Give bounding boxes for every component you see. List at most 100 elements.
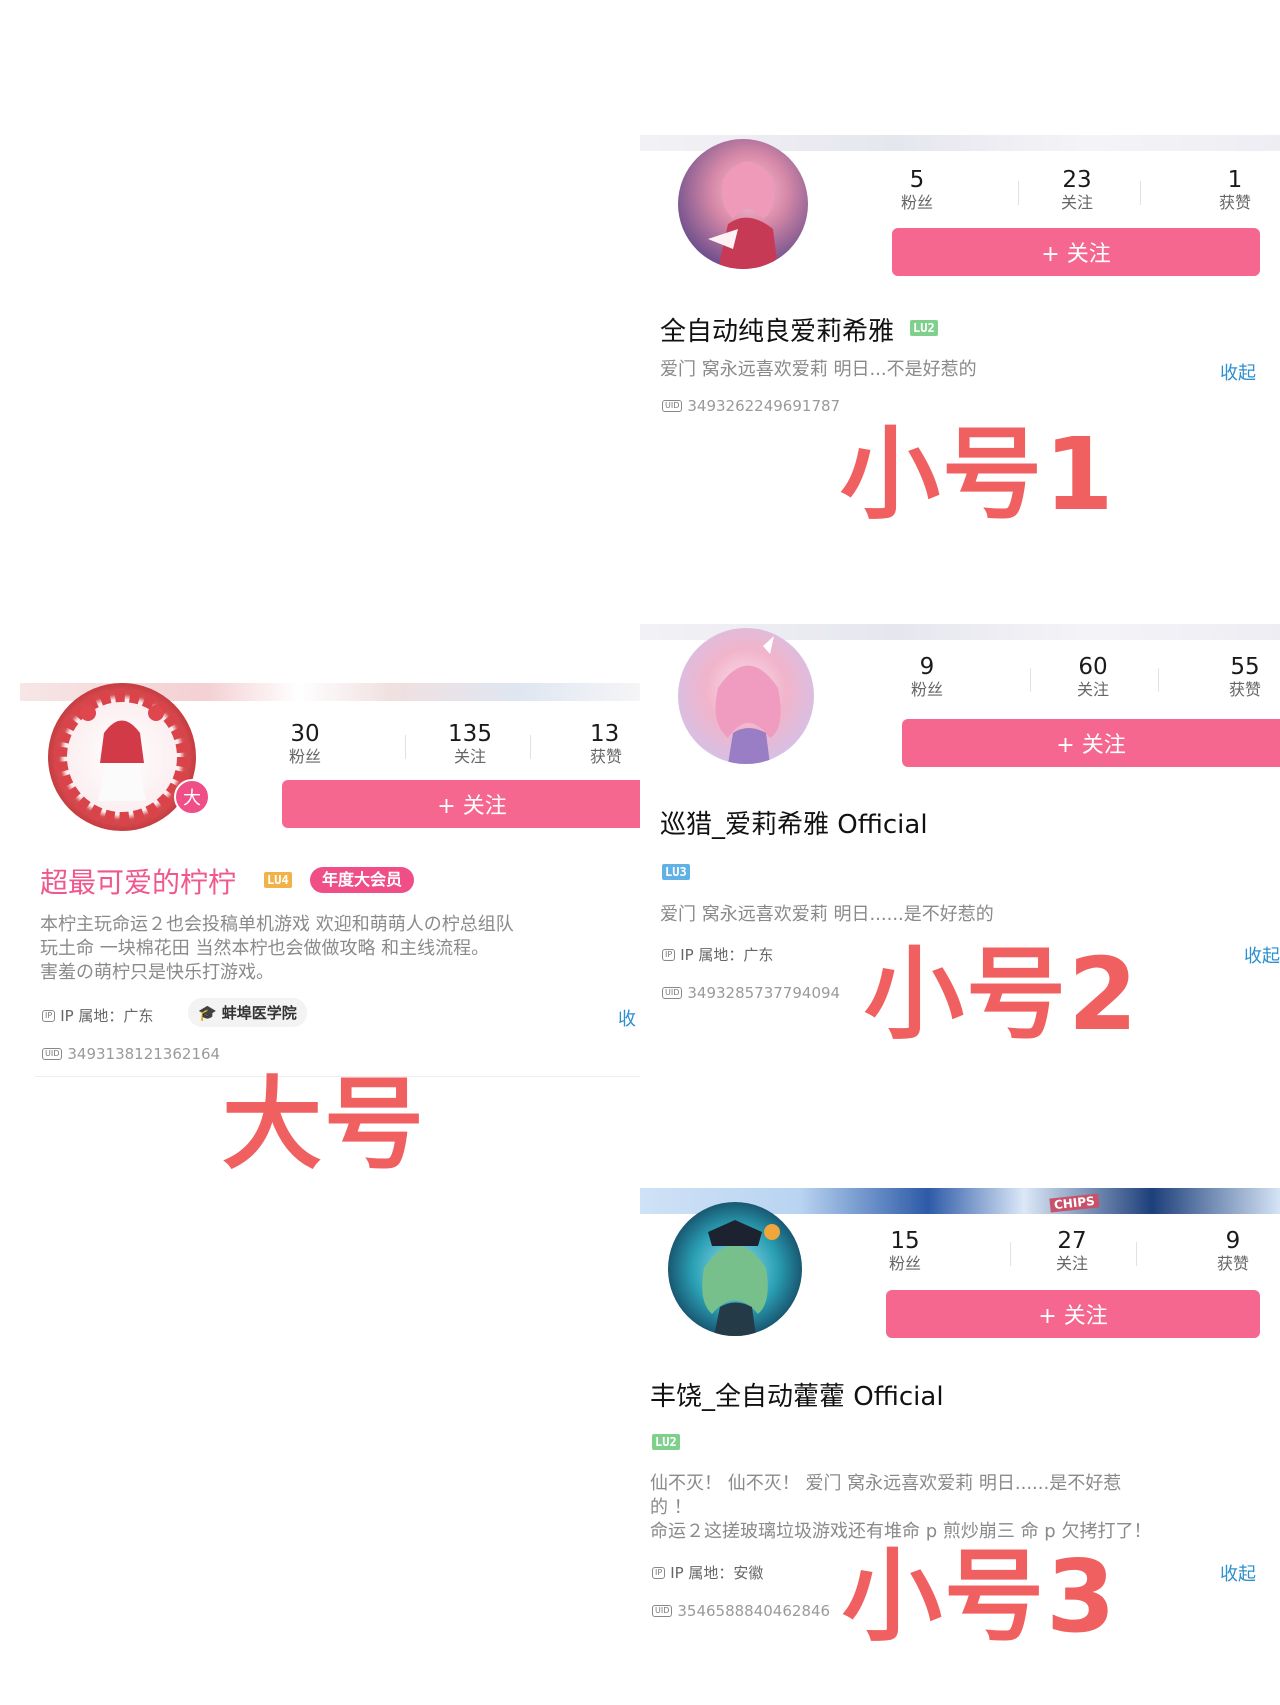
stat-number: 1 [1227,167,1243,193]
bio-text: 爱门 窝永远喜欢爱莉 明日...不是好惹的 [660,359,977,380]
divider [1030,668,1031,692]
follow-button[interactable]: + 关注 [902,719,1280,767]
divider [1010,1242,1011,1266]
follow-button[interactable]: + 关注 [886,1290,1260,1338]
level-badge: LU2 [652,1434,680,1450]
uid-row: UID 3493138121362164 [42,1045,220,1063]
stat-following[interactable]: 23 关注 [1022,167,1132,213]
school-text: 蚌埠医学院 [221,1004,297,1022]
avatar[interactable] [668,1202,802,1336]
collapse-link[interactable]: 收起 [1220,1560,1256,1586]
uid-value: 3493138121362164 [67,1045,221,1063]
divider [1140,181,1141,205]
stat-likes[interactable]: 55 获赞 [1210,654,1280,700]
overlay-label-alt1: 小号1 [840,416,1116,533]
stat-label: 关注 [1076,680,1109,699]
uid-value: 3546588840462846 [677,1602,831,1620]
stat-label: 粉丝 [910,680,943,699]
stat-label: 关注 [453,747,486,766]
stat-label: 关注 [1060,193,1093,212]
vip-badge: 年度大会员 [310,867,415,893]
follow-button[interactable]: + 关注 [282,780,640,828]
follow-button[interactable]: + 关注 [892,228,1260,276]
stat-number: 135 [448,721,492,747]
stat-number: 55 [1230,654,1260,680]
level-badge: LU4 [264,872,292,888]
stat-label: 获赞 [590,747,623,766]
stat-number: 23 [1062,167,1092,193]
stat-number: 13 [590,721,620,747]
pink-hair-girl-avatar-icon [715,636,781,764]
stat-number: 9 [1225,1228,1241,1254]
stat-likes[interactable]: 1 获赞 [1180,167,1280,213]
divider [530,735,531,759]
avatar[interactable] [48,683,196,831]
divider [1158,668,1159,692]
overlay-label-alt3: 小号3 [842,1538,1118,1655]
uid-row: UID 3493262249691787 [662,397,840,415]
school-tag[interactable]: 🎓 蚌埠医学院 [188,998,307,1027]
collapse-link[interactable]: 收 [618,1005,636,1031]
stat-label: 粉丝 [900,193,933,212]
wreath-girl-avatar-icon [53,688,191,826]
username: 丰饶_全自动藿藿 Official [650,1382,944,1412]
stat-followers[interactable]: 30 粉丝 [250,721,360,767]
username: 巡猎_爱莉希雅 Official [660,810,928,840]
stat-followers[interactable]: 15 粉丝 [850,1228,960,1274]
uid-icon: UID [662,400,683,412]
stat-number: 5 [909,167,925,193]
ip-text: IP 属地：广东 [680,946,774,964]
bio-line: 玩土命 一块棉花田 当然本柠也会做做攻略 和主线流程。 [40,938,490,959]
ip-location: IP IP 属地：广东 [662,944,773,965]
collapse-link[interactable]: 收起 [1220,359,1256,385]
ip-text: IP 属地：广东 [60,1007,154,1025]
stat-label: 获赞 [1216,1254,1249,1273]
bio-text: 爱门 窝永远喜欢爱莉 明日......是不好惹的 [660,904,994,925]
avatar[interactable] [678,139,808,269]
bio-line: 本柠主玩命运２也会投稿单机游戏 欢迎和萌萌人の柠总组队 [40,914,514,935]
stat-followers[interactable]: 5 粉丝 [862,167,972,213]
stat-label: 获赞 [1228,680,1261,699]
profile-card-alt1: 5 粉丝 23 关注 1 获赞 + 关注 全自动纯良爱莉希雅 LU2 爱门 窝永… [640,135,1280,435]
ip-icon: IP [662,948,676,961]
stat-number: 27 [1057,1228,1087,1254]
divider [1136,1242,1137,1266]
avatar-badge: 大 [174,779,210,815]
uid-row: UID 3493285737794094 [662,984,840,1002]
stat-following[interactable]: 60 关注 [1038,654,1148,700]
uid-icon: UID [662,987,683,999]
level-badge: LU2 [910,320,938,336]
level-badge: LU3 [662,864,690,880]
stat-followers[interactable]: 9 粉丝 [872,654,982,700]
stat-following[interactable]: 135 关注 [415,721,525,767]
stat-label: 获赞 [1218,193,1251,212]
collapse-link[interactable]: 收起 [1244,942,1280,968]
uid-value: 3493262249691787 [687,397,841,415]
stat-following[interactable]: 27 关注 [1017,1228,1127,1274]
avatar[interactable] [678,628,814,764]
stat-likes[interactable]: 13 获赞 [590,721,640,767]
bio-line: 的 ！ [650,1497,692,1518]
uid-row: UID 3546588840462846 [652,1602,830,1620]
stat-number: 60 [1078,654,1108,680]
green-hair-girl-avatar-icon [702,1220,780,1336]
bio-line: 害羞の萌柠只是快乐打游戏。 [40,962,274,983]
stat-label: 关注 [1055,1254,1088,1273]
stat-number: 30 [290,721,320,747]
stat-number: 15 [890,1228,920,1254]
stat-number: 9 [919,654,935,680]
ip-location: IP IP 属地：安徽 [652,1562,763,1583]
stat-likes[interactable]: 9 获赞 [1178,1228,1280,1274]
stat-label: 粉丝 [888,1254,921,1273]
uid-icon: UID [42,1048,63,1060]
username: 超最可爱的柠柠 [40,866,237,899]
banner-text: CHIPS [1049,1193,1100,1213]
username: 全自动纯良爱莉希雅 [660,317,895,347]
uid-icon: UID [652,1605,673,1617]
bio-line: 仙不灭！ 仙不灭！ 爱门 窝永远喜欢爱莉 明日......是不好惹 [650,1473,1122,1494]
ip-location: IP IP 属地：广东 [42,1005,153,1026]
stat-label: 粉丝 [288,747,321,766]
graduation-cap-icon: 🎓 [198,1003,217,1022]
overlay-label-alt2: 小号2 [864,936,1140,1053]
ip-icon: IP [652,1566,666,1579]
